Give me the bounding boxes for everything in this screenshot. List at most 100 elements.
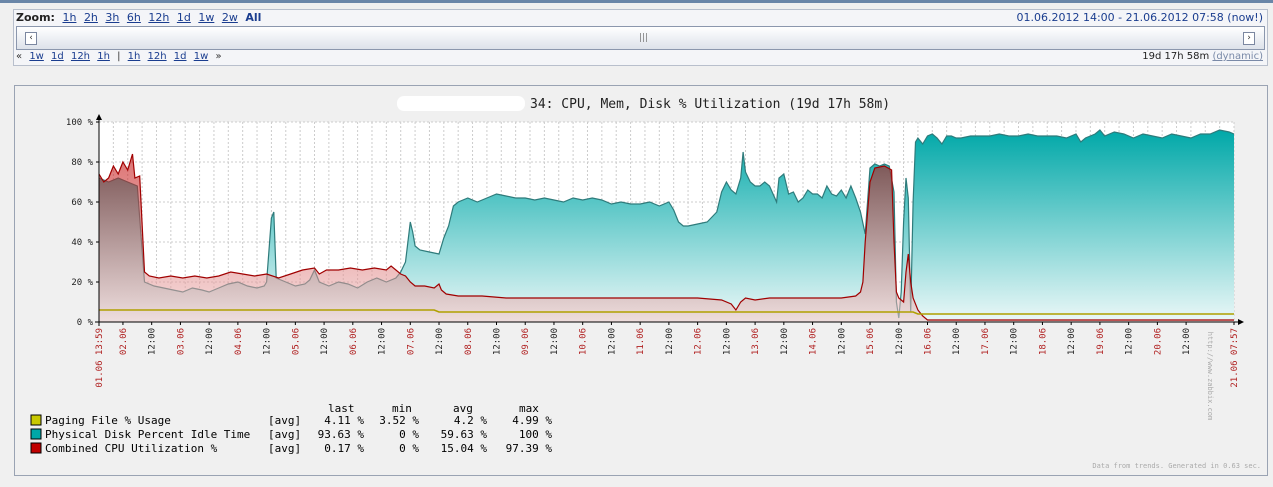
legend-min: 0 % xyxy=(399,428,419,441)
legend-row: Physical Disk Percent Idle Time [avg] 93… xyxy=(30,428,552,441)
legend-swatch xyxy=(30,414,42,426)
back-link-1h[interactable]: 1h xyxy=(97,51,110,62)
legend-min: 3.52 % xyxy=(379,414,419,427)
legend-func: [avg] xyxy=(268,414,301,427)
x-tick-label: 04.06 xyxy=(234,328,244,355)
x-tick-label: 12:00 xyxy=(1067,328,1077,355)
y-tick-label: 60 % xyxy=(71,198,93,208)
x-tick-label: 12:00 xyxy=(1010,328,1020,355)
x-tick-label: 14.06 xyxy=(809,328,819,355)
zoom-link-2h[interactable]: 2h xyxy=(84,11,98,24)
x-tick-label: 12:00 xyxy=(665,328,675,355)
legend-max: 100 % xyxy=(519,428,552,441)
zoom-all[interactable]: All xyxy=(245,11,261,24)
forward-link-1h[interactable]: 1h xyxy=(128,51,141,62)
x-tick-label: 12:00 xyxy=(320,328,330,355)
legend-row: Paging File % Usage [avg] 4.11 % 3.52 % … xyxy=(30,414,552,427)
x-tick-label: 16.06 xyxy=(924,328,934,355)
x-tick-label: 12:00 xyxy=(722,328,732,355)
x-tick-label: 02.06 xyxy=(119,328,129,355)
zoom-link-1h[interactable]: 1h xyxy=(62,11,76,24)
x-tick-label: 12.06 xyxy=(694,328,704,355)
top-border xyxy=(0,0,1273,3)
x-tick-label: 10.06 xyxy=(579,328,589,355)
back-link-1d[interactable]: 1d xyxy=(51,51,64,62)
graph-frame: 34: CPU, Mem, Disk % Utilization (19d 17… xyxy=(14,85,1268,476)
y-tick-label: 20 % xyxy=(71,278,93,288)
forward-arrows[interactable]: » xyxy=(215,51,221,62)
legend-label: Combined CPU Utilization % xyxy=(45,442,218,455)
x-tick-label: 12:00 xyxy=(780,328,790,355)
x-tick-label: 18.06 xyxy=(1038,328,1048,355)
zoom-link-2w[interactable]: 2w xyxy=(222,11,238,24)
x-tick-label: 12:00 xyxy=(148,328,158,355)
forward-link-1w[interactable]: 1w xyxy=(194,51,209,62)
back-arrows[interactable]: « xyxy=(16,51,22,62)
chevron-right-icon[interactable]: › xyxy=(1243,32,1255,45)
navigation-row: « 1w 1d 12h 1h | 1h 12h 1d 1w » 19d 17h … xyxy=(16,51,1263,64)
chart-title: 34: CPU, Mem, Disk % Utilization (19d 17… xyxy=(530,97,890,112)
period-length: 19d 17h 58m xyxy=(1142,51,1210,62)
x-tick-label: 12:00 xyxy=(607,328,617,355)
x-tick-label: 15.06 xyxy=(866,328,876,355)
legend-avg: 4.2 % xyxy=(454,414,487,427)
x-tick-label: 12:00 xyxy=(1182,328,1192,355)
x-tick-label: 11.06 xyxy=(636,328,646,355)
chevron-left-icon[interactable]: ‹ xyxy=(25,32,37,45)
x-tick-label: 12:00 xyxy=(492,328,502,355)
x-tick-label: 12:00 xyxy=(205,328,215,355)
y-tick-label: 100 % xyxy=(66,118,94,128)
legend-func: [avg] xyxy=(268,442,301,455)
legend-last: 4.11 % xyxy=(324,414,364,427)
x-tick-label: 12:00 xyxy=(837,328,847,355)
zoom-link-1w[interactable]: 1w xyxy=(198,11,214,24)
x-tick-label: 12:00 xyxy=(895,328,905,355)
x-tick-label: 19.06 xyxy=(1096,328,1106,355)
utilization-chart: 34: CPU, Mem, Disk % Utilization (19d 17… xyxy=(15,86,1267,475)
x-tick-label: 06.06 xyxy=(349,328,359,355)
zoom-link-3h[interactable]: 3h xyxy=(105,11,119,24)
period-info: 19d 17h 58m (dynamic) xyxy=(1142,51,1263,62)
x-tick-label: 05.06 xyxy=(291,328,301,355)
legend-last: 0.17 % xyxy=(324,442,364,455)
back-link-1w[interactable]: 1w xyxy=(29,51,44,62)
x-tick-label: 12:00 xyxy=(550,328,560,355)
period-scrollbar[interactable]: ‹ ||| › xyxy=(16,26,1265,50)
x-tick-label: 01.06 13:59 xyxy=(95,328,105,388)
y-tick-label: 40 % xyxy=(71,238,93,248)
legend-row: Combined CPU Utilization % [avg] 0.17 % … xyxy=(30,442,553,455)
x-tick-label: 21.06 07:57 xyxy=(1230,328,1240,388)
y-tick-label: 80 % xyxy=(71,158,93,168)
zoom-link-12h[interactable]: 12h xyxy=(148,11,169,24)
x-tick-label: 07.06 xyxy=(406,328,416,355)
forward-link-12h[interactable]: 12h xyxy=(148,51,167,62)
dynamic-toggle[interactable]: (dynamic) xyxy=(1212,51,1263,62)
chart-footnote: Data from trends. Generated in 0.63 sec. xyxy=(1092,462,1261,470)
redacted-host xyxy=(397,96,525,111)
legend-func: [avg] xyxy=(268,428,301,441)
zoom-row: Zoom: 1h 2h 3h 6h 12h 1d 1w 2w All 01.06… xyxy=(16,11,1263,25)
x-tick-label: 13.06 xyxy=(751,328,761,355)
legend-swatch xyxy=(30,428,42,440)
legend-min: 0 % xyxy=(399,442,419,455)
back-link-12h[interactable]: 12h xyxy=(71,51,90,62)
legend-avg: 15.04 % xyxy=(441,442,488,455)
y-tick-label: 0 % xyxy=(77,318,94,328)
zoom-link-1d[interactable]: 1d xyxy=(177,11,191,24)
x-tick-label: 12:00 xyxy=(952,328,962,355)
zoom-link-6h[interactable]: 6h xyxy=(127,11,141,24)
grip-icon[interactable]: ||| xyxy=(639,33,648,43)
legend-max: 97.39 % xyxy=(506,442,553,455)
zoom-label: Zoom: xyxy=(16,11,55,24)
legend-last: 93.63 % xyxy=(318,428,365,441)
legend-swatch xyxy=(30,442,42,454)
nav-separator: | xyxy=(117,51,121,62)
forward-link-1d[interactable]: 1d xyxy=(174,51,187,62)
x-tick-label: 12:00 xyxy=(1125,328,1135,355)
x-tick-label: 17.06 xyxy=(981,328,991,355)
x-tick-label: 08.06 xyxy=(464,328,474,355)
x-tick-label: 03.06 xyxy=(176,328,186,355)
x-tick-label: 12:00 xyxy=(435,328,445,355)
x-tick-label: 12:00 xyxy=(263,328,273,355)
period-range: 01.06.2012 14:00 - 21.06.2012 07:58 (now… xyxy=(1016,11,1263,24)
